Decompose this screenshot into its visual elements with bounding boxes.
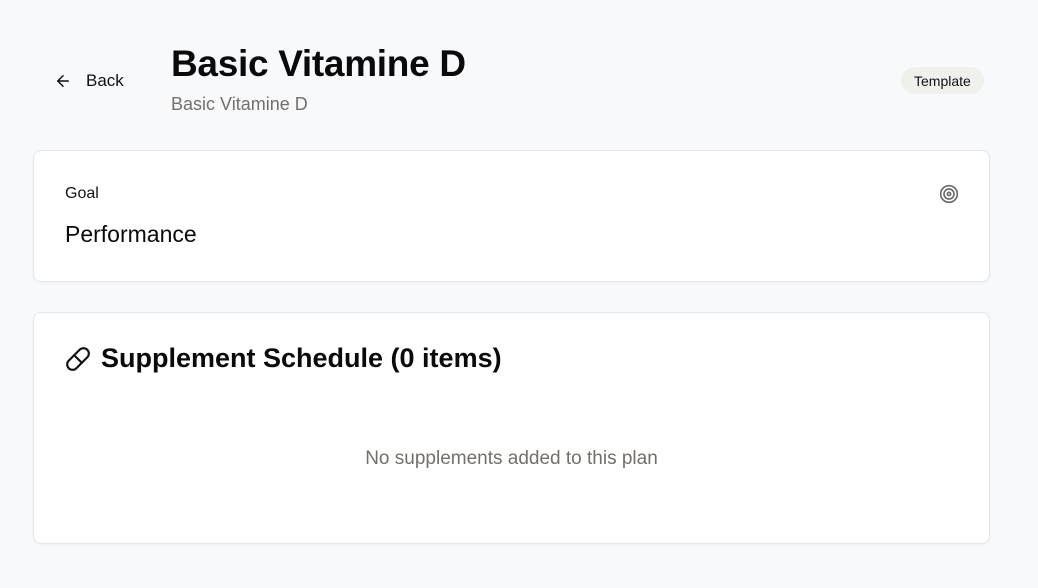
schedule-header: Supplement Schedule (0 items) (65, 343, 502, 374)
goal-value: Performance (65, 221, 197, 247)
page-subtitle: Basic Vitamine D (171, 94, 308, 114)
schedule-title: Supplement Schedule (0 items) (101, 343, 502, 373)
supplement-schedule-card: Supplement Schedule (0 items) No supplem… (33, 312, 990, 544)
page-title: Basic Vitamine D (171, 43, 466, 84)
back-button[interactable]: Back (52, 68, 126, 94)
goal-card: Goal Performance (33, 150, 990, 282)
plan-detail-page: Back Basic Vitamine D Basic Vitamine D T… (0, 0, 1038, 588)
pill-icon (66, 346, 90, 371)
empty-state-message: No supplements added to this plan (365, 448, 658, 469)
target-icon (939, 184, 959, 204)
goal-label: Goal (65, 185, 99, 202)
arrow-left-icon (57, 75, 69, 87)
page-header: Basic Vitamine D Basic Vitamine D (171, 42, 466, 115)
template-badge: Template (901, 67, 984, 94)
back-label: Back (86, 71, 124, 90)
